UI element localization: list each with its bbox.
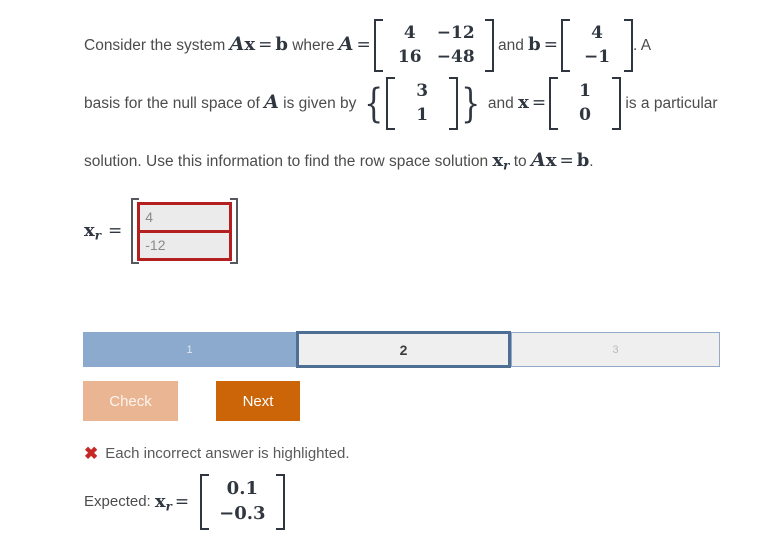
vector-x-cell-0: 1 xyxy=(579,81,592,102)
equals-sign-4: = xyxy=(531,93,547,113)
problem-text-3b: to xyxy=(513,153,527,170)
problem-line-2: basis for the null space of A is given b… xyxy=(84,77,718,131)
matrix-symbol-A-inline: A xyxy=(229,33,245,55)
problem-text-2c: and xyxy=(487,95,514,112)
equals-sign-1: = xyxy=(258,35,273,55)
bracket-left-icon xyxy=(561,19,571,73)
bracket-left-icon xyxy=(386,77,396,131)
step-label-1: 1 xyxy=(186,343,193,356)
vector-symbol-b: b xyxy=(528,34,541,55)
step-label-3: 3 xyxy=(612,343,619,356)
problem-text-1c: and xyxy=(497,37,524,54)
expected-symbol-xr: xr xyxy=(155,491,172,513)
bracket-right-icon xyxy=(275,474,285,530)
vector-b-cell-0: 4 xyxy=(591,23,603,44)
bracket-left-icon xyxy=(549,77,559,131)
matrix-A-cell-0-0: 4 xyxy=(403,23,416,44)
problem-statement: Consider the system Ax = b where A = 4 −12 16−… xyxy=(84,16,744,193)
vector-b: 4 −1 xyxy=(561,19,634,73)
problem-text-3a: solution. Use this information to find t… xyxy=(84,153,489,170)
step-label-2: 2 xyxy=(399,341,408,358)
answer-input-row-1[interactable] xyxy=(137,201,233,232)
step-item-2[interactable]: 2 xyxy=(296,331,511,368)
equals-sign-5: = xyxy=(559,151,574,171)
answer-label-xr: xr xyxy=(84,220,101,242)
expected-label: Expected: xyxy=(84,493,151,511)
matrix-A-cell-1-1: −48 xyxy=(436,46,475,67)
matrix-A-cell-0-1: −12 xyxy=(436,23,475,44)
matrix-A-cell-1-0: 16 xyxy=(397,46,422,67)
vector-b-cell-1: −1 xyxy=(583,46,611,67)
vector-x-cell-1: 0 xyxy=(579,104,592,125)
vector-symbol-b-inline: b xyxy=(275,34,288,55)
matrix-symbol-A-3: A xyxy=(530,149,546,171)
bracket-right-icon xyxy=(449,77,459,131)
answer-entry-area: xr = xyxy=(84,198,239,264)
bracket-right-icon xyxy=(624,19,634,73)
bracket-right-icon xyxy=(612,77,622,131)
problem-text-1d: . A xyxy=(633,37,651,54)
equals-sign-3: = xyxy=(543,35,559,55)
bracket-left-icon xyxy=(200,474,210,530)
xr-subscript: r xyxy=(503,158,510,173)
brace-open-icon: { xyxy=(363,80,383,127)
answer-equals-sign: = xyxy=(108,221,123,241)
check-button[interactable]: Check xyxy=(83,381,178,421)
matrix-symbol-A-2: A xyxy=(264,91,279,113)
vector-symbol-xr: xr xyxy=(492,150,510,173)
matrix-A: 4 −12 16 −48 xyxy=(373,19,494,73)
vector-symbol-x-2: x xyxy=(545,150,557,171)
equals-sign-2: = xyxy=(356,35,371,55)
answer-label-base: x xyxy=(84,219,95,241)
answer-label-subscript: r xyxy=(94,228,101,243)
nullspace-cell-0: 3 xyxy=(416,81,429,102)
problem-line-1: Consider the system Ax = b where A = 4 −12 16−… xyxy=(84,19,651,73)
feedback-text: Each incorrect answer is highlighted. xyxy=(105,445,350,462)
problem-text-2a: basis for the null space of xyxy=(84,95,260,112)
vector-symbol-x: x xyxy=(518,92,529,113)
brace-close-icon: } xyxy=(461,80,481,127)
expected-cell-0: 0.1 xyxy=(226,478,258,499)
problem-text-3c: . xyxy=(589,153,594,170)
answer-vector-input xyxy=(131,198,239,264)
bracket-left-icon xyxy=(373,19,383,73)
problem-line-3: solution. Use this information to find t… xyxy=(84,149,594,173)
vector-symbol-x-inline: x xyxy=(244,34,256,55)
step-item-1[interactable]: 1 xyxy=(83,332,296,367)
vector-x: 10 xyxy=(549,77,622,131)
problem-text-2b: is given by xyxy=(283,95,357,112)
bracket-right-icon xyxy=(484,19,494,73)
xr-base: x xyxy=(492,150,504,171)
matrix-symbol-A: A xyxy=(338,33,354,55)
problem-text-2d: is a particular xyxy=(625,95,718,112)
answer-fields xyxy=(137,201,233,261)
problem-text-1b: where xyxy=(292,37,335,54)
step-item-3[interactable]: 3 xyxy=(511,332,720,367)
expected-vector: 0.1 −0.3 xyxy=(200,474,285,530)
expected-answer: Expected: xr = 0.1 −0.3 xyxy=(84,474,285,530)
action-buttons: Check Next xyxy=(83,381,300,421)
nullspace-cell-1: 1 xyxy=(416,104,429,125)
expected-equals-sign: = xyxy=(174,491,190,512)
vector-symbol-b-2: b xyxy=(576,150,590,171)
feedback-message: ✖ Each incorrect answer is highlighted. xyxy=(84,445,350,462)
problem-text-1a: Consider the system xyxy=(84,37,226,54)
expected-cell-1: −0.3 xyxy=(219,502,266,524)
x-mark-icon: ✖ xyxy=(84,444,99,463)
next-button[interactable]: Next xyxy=(216,381,300,421)
step-progress-bar: 1 2 3 xyxy=(83,331,720,368)
expected-symbol-base: x xyxy=(154,490,166,512)
answer-input-row-2[interactable] xyxy=(137,231,233,261)
nullspace-basis-vector: 31 xyxy=(386,77,459,131)
